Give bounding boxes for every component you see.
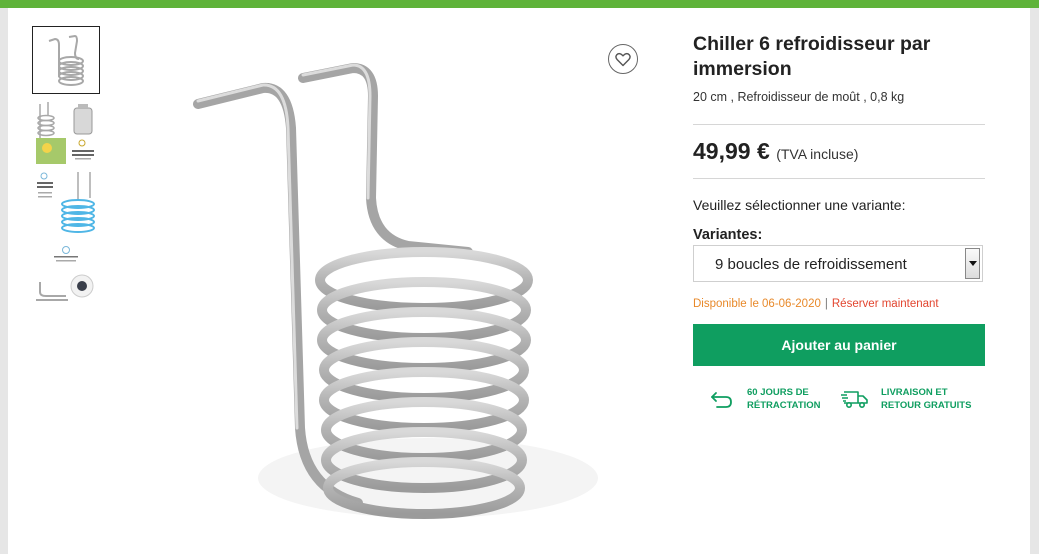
availability-row: Disponible le 06-06-2020 | Réserver mainte… (693, 298, 939, 310)
coil-detail-thumbnail-icon (36, 246, 94, 301)
heart-icon (615, 52, 631, 66)
coil-with-kettle-thumbnail-icon (36, 102, 94, 164)
thumbnail-1[interactable] (32, 26, 100, 94)
perk-delivery-line2: RETOUR GRATUITS (881, 400, 972, 411)
perk-returns-line1: 60 JOURS DE (747, 387, 809, 398)
variant-selected-value: 9 boucles de refroidissement (715, 256, 907, 273)
product-title: Chiller 6 refroidisseur par immersion (693, 33, 931, 80)
top-accent-bar (0, 0, 1039, 8)
product-subtitle: 20 cm , Refroidisseur de moût , 0,8 kg (693, 90, 905, 104)
product-main-image (193, 63, 598, 519)
vat-note: (TVA incluse) (776, 146, 859, 162)
product-price: 49,99 € (693, 138, 770, 164)
reserve-now-link[interactable]: Réserver maintenant (832, 298, 939, 310)
perk-delivery: LIVRAISON ET RETOUR GRATUITS (841, 386, 971, 412)
return-arrow-icon (711, 392, 732, 408)
product-page: Chiller 6 refroidisseur par immersion 20… (8, 8, 1030, 554)
variant-prompt: Veuillez sélectionner une variante: (693, 197, 906, 213)
divider (693, 178, 985, 179)
perk-delivery-line1: LIVRAISON ET (881, 387, 948, 398)
variant-select[interactable]: 9 boucles de refroidissement (693, 245, 983, 282)
variants-label: Variantes: (693, 227, 763, 243)
window-frame-right (1030, 8, 1039, 554)
thumbnail-4[interactable] (32, 242, 100, 310)
thumbnail-3[interactable] (32, 170, 100, 238)
delivery-truck-icon (841, 391, 868, 409)
price-row: 49,99 € (TVA incluse) (693, 138, 858, 165)
perk-returns-line2: RÉTRACTATION (747, 400, 821, 411)
perk-returns: 60 JOURS DE RÉTRACTATION (709, 386, 821, 412)
window-frame-left (0, 8, 8, 554)
coil-thumbnail-icon (48, 34, 84, 86)
wishlist-button[interactable] (608, 44, 638, 74)
perk-returns-text: 60 JOURS DE RÉTRACTATION (747, 386, 821, 412)
divider (693, 124, 985, 125)
thumbnail-2[interactable] (32, 98, 100, 166)
availability-date: Disponible le 06-06-2020 (693, 298, 821, 310)
coil-in-water-thumbnail-icon (37, 172, 95, 233)
availability-separator: | (824, 298, 828, 310)
perk-delivery-text: LIVRAISON ET RETOUR GRATUITS (881, 386, 971, 412)
add-to-cart-button[interactable]: Ajouter au panier (693, 324, 985, 366)
dropdown-arrow-icon[interactable] (965, 248, 980, 279)
